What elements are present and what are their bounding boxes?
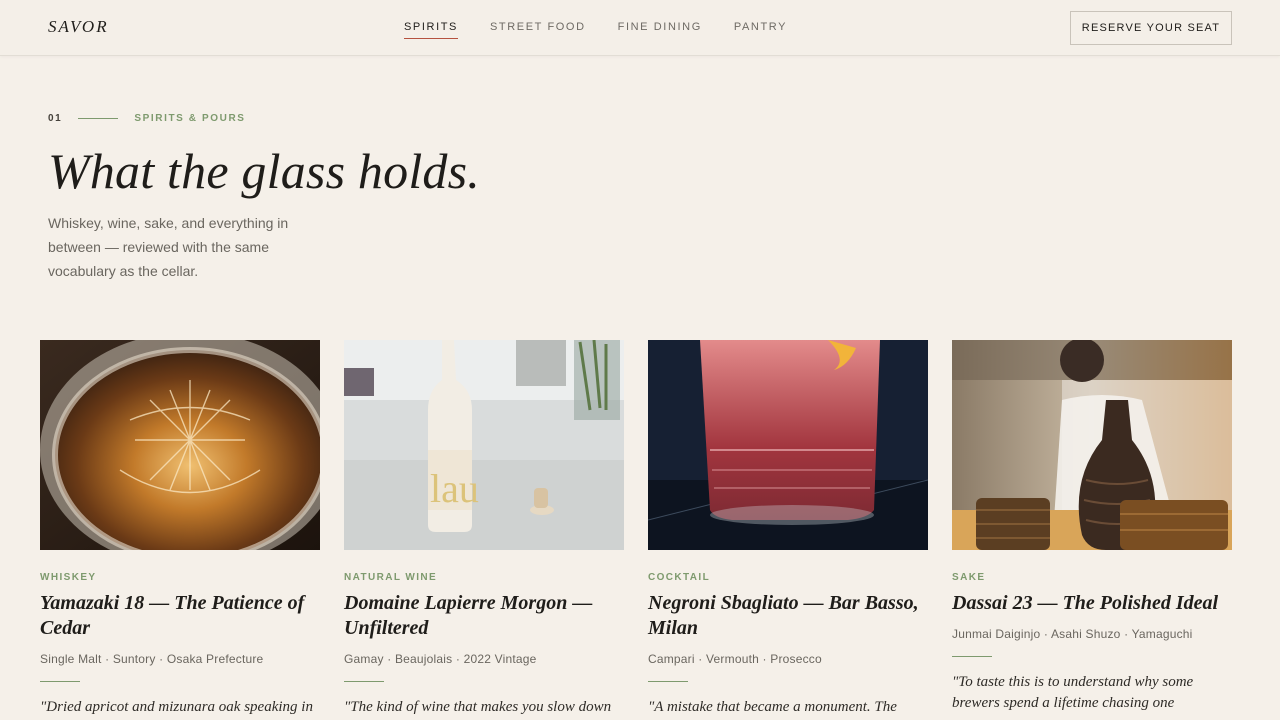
brand-logo[interactable]: SAVOR (48, 17, 109, 37)
card-divider (40, 681, 80, 682)
card-category: WHISKEY (40, 572, 97, 583)
section-number: 01 (48, 113, 63, 124)
section-label: SPIRITS & POURS (134, 113, 246, 124)
page-title: What the glass holds. (48, 143, 480, 199)
card-meta: Junmai Daiginjo · Asahi Shuzo · Yamaguch… (952, 627, 1193, 641)
bottle-label-text: lau (430, 466, 479, 511)
card-title[interactable]: Yamazaki 18 — The Patience of Cedar (40, 591, 320, 641)
nav-pantry[interactable]: PANTRY (734, 21, 787, 39)
card-quote: "To taste this is to understand why some… (952, 674, 1194, 711)
nav-street-food[interactable]: STREET FOOD (490, 21, 586, 39)
card-quote: "Dried apricot and mizunara oak speaking… (40, 699, 313, 715)
card-meta: Single Malt · Suntory · Osaka Prefecture (40, 652, 264, 666)
card-quote: "The kind of wine that makes you slow do… (344, 699, 612, 715)
sake-vessels-photo[interactable] (952, 340, 1232, 550)
main-nav: SPIRITS STREET FOOD FINE DINING PANTRY (404, 21, 819, 39)
review-card-sake[interactable]: SAKE Dassai 23 — The Polished Ideal Junm… (952, 340, 1232, 714)
card-category: SAKE (952, 572, 986, 583)
card-divider (344, 681, 384, 682)
card-meta: Gamay · Beaujolais · 2022 Vintage (344, 652, 537, 666)
card-category: NATURAL WINE (344, 572, 438, 583)
section-kicker: 01 SPIRITS & POURS (48, 113, 246, 124)
reserve-seat-button[interactable]: RESERVE YOUR SEAT (1070, 11, 1232, 45)
review-card-natural-wine[interactable]: lau NATURAL WINE Domaine Lapierre Morgon… (344, 340, 624, 718)
nav-fine-dining[interactable]: FINE DINING (618, 21, 702, 39)
cocktail-glass-photo[interactable] (648, 340, 928, 550)
whiskey-glass-photo[interactable] (40, 340, 320, 550)
card-title[interactable]: Domaine Lapierre Morgon — Unfiltered (344, 591, 624, 641)
site-header: SAVOR SPIRITS STREET FOOD FINE DINING PA… (0, 0, 1280, 56)
card-title[interactable]: Dassai 23 — The Polished Ideal (952, 591, 1232, 616)
card-divider (952, 656, 992, 657)
card-category: COCKTAIL (648, 572, 711, 583)
nav-spirits[interactable]: SPIRITS (404, 21, 458, 39)
wine-bottle-photo[interactable]: lau (344, 340, 624, 550)
review-card-cocktail[interactable]: COCKTAIL Negroni Sbagliato — Bar Basso, … (648, 340, 928, 718)
card-quote: "A mistake that became a monument. The (648, 699, 897, 715)
card-divider (648, 681, 688, 682)
card-title[interactable]: Negroni Sbagliato — Bar Basso, Milan (648, 591, 928, 641)
kicker-divider (78, 118, 119, 119)
review-card-whiskey[interactable]: WHISKEY Yamazaki 18 — The Patience of Ce… (40, 340, 320, 718)
page-lede: Whiskey, wine, sake, and everything in b… (48, 215, 289, 279)
card-meta: Campari · Vermouth · Prosecco (648, 652, 822, 666)
